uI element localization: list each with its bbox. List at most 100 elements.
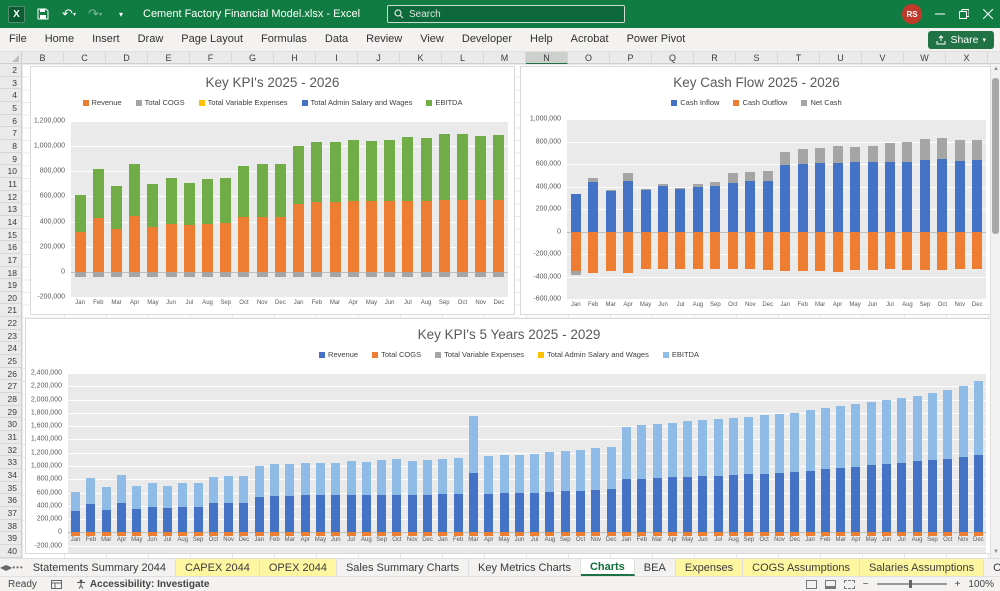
row-header-15[interactable]: 15 [0, 229, 21, 242]
column-header-B[interactable]: B [22, 52, 64, 64]
ribbon-tab-insert[interactable]: Insert [83, 28, 129, 51]
column-header-D[interactable]: D [106, 52, 148, 64]
column-header-E[interactable]: E [148, 52, 190, 64]
zoom-slider-thumb[interactable] [908, 580, 912, 588]
row-header-31[interactable]: 31 [0, 431, 21, 444]
sheet-tab-statements-summary-2044[interactable]: Statements Summary 2044 [24, 559, 177, 576]
column-header-P[interactable]: P [610, 52, 652, 64]
row-header-34[interactable]: 34 [0, 469, 21, 482]
vertical-scrollbar-thumb[interactable] [992, 78, 999, 234]
scroll-up-icon[interactable]: ▲ [991, 64, 1000, 75]
ribbon-tab-data[interactable]: Data [316, 28, 357, 51]
column-header-V[interactable]: V [862, 52, 904, 64]
row-header-19[interactable]: 19 [0, 279, 21, 292]
row-header-11[interactable]: 11 [0, 178, 21, 191]
account-avatar[interactable]: RS [902, 4, 922, 24]
row-header-4[interactable]: 4 [0, 89, 21, 102]
search-box[interactable] [387, 5, 625, 23]
column-header-O[interactable]: O [568, 52, 610, 64]
ribbon-tab-file[interactable]: File [0, 28, 36, 51]
row-header-26[interactable]: 26 [0, 368, 21, 381]
row-header-6[interactable]: 6 [0, 115, 21, 128]
page-break-view-icon[interactable] [843, 579, 855, 589]
row-header-2[interactable]: 2 [0, 64, 21, 77]
row-header-18[interactable]: 18 [0, 267, 21, 280]
ribbon-tab-formulas[interactable]: Formulas [252, 28, 316, 51]
row-header-22[interactable]: 22 [0, 317, 21, 330]
ribbon-tab-help[interactable]: Help [521, 28, 562, 51]
row-header-8[interactable]: 8 [0, 140, 21, 153]
ribbon-tab-power-pivot[interactable]: Power Pivot [618, 28, 695, 51]
row-header-38[interactable]: 38 [0, 520, 21, 533]
close-button[interactable] [976, 0, 1000, 28]
row-header-39[interactable]: 39 [0, 532, 21, 545]
column-header-I[interactable]: I [316, 52, 358, 64]
row-header-40[interactable]: 40 [0, 545, 21, 558]
row-header-21[interactable]: 21 [0, 304, 21, 318]
row-header-9[interactable]: 9 [0, 153, 21, 166]
chart-key-kpis-5-years-2025-2029[interactable]: Key KPI's 5 Years 2025 - 2029 Revenue Tot… [25, 318, 993, 554]
column-header-C[interactable]: C [64, 52, 106, 64]
column-header-K[interactable]: K [400, 52, 442, 64]
excel-app-icon[interactable]: X [8, 5, 25, 23]
row-header-35[interactable]: 35 [0, 482, 21, 495]
row-header-10[interactable]: 10 [0, 165, 21, 178]
ribbon-tab-acrobat[interactable]: Acrobat [562, 28, 618, 51]
undo-icon[interactable]: ↶ ▾ [61, 6, 77, 22]
ribbon-tab-draw[interactable]: Draw [129, 28, 173, 51]
row-header-16[interactable]: 16 [0, 241, 21, 254]
column-header-L[interactable]: L [442, 52, 484, 64]
sheet-tab-cha[interactable]: Cha [984, 559, 1000, 576]
column-header-H[interactable]: H [274, 52, 316, 64]
restore-button[interactable] [952, 0, 976, 28]
column-header-Q[interactable]: Q [652, 52, 694, 64]
zoom-level[interactable]: 100% [968, 579, 994, 590]
row-header-17[interactable]: 17 [0, 254, 21, 267]
row-header-3[interactable]: 3 [0, 77, 21, 90]
row-header-27[interactable]: 27 [0, 380, 21, 394]
ribbon-tab-developer[interactable]: Developer [453, 28, 521, 51]
minimize-button[interactable] [928, 0, 952, 28]
zoom-in-icon[interactable]: + [955, 579, 961, 590]
save-icon[interactable] [35, 6, 51, 22]
sheet-tab-charts[interactable]: Charts [580, 559, 635, 576]
row-header-20[interactable]: 20 [0, 292, 21, 305]
macro-record-icon[interactable] [50, 579, 62, 589]
row-header-13[interactable]: 13 [0, 203, 21, 216]
zoom-slider[interactable] [876, 580, 947, 588]
sheet-tab-salaries-assumptions[interactable]: Salaries Assumptions [859, 559, 985, 576]
sheet-tab-key-metrics-charts[interactable]: Key Metrics Charts [469, 559, 581, 576]
row-header-7[interactable]: 7 [0, 127, 21, 140]
ribbon-tab-view[interactable]: View [411, 28, 453, 51]
scroll-down-icon[interactable]: ▼ [991, 547, 1000, 558]
search-input[interactable] [409, 8, 589, 20]
row-header-14[interactable]: 14 [0, 216, 21, 229]
customize-quick-access-icon[interactable]: ▾ [113, 6, 129, 22]
vertical-scrollbar[interactable]: ▲ ▼ [990, 64, 1000, 558]
chart-key-kpis-2025-2026[interactable]: Key KPI's 2025 - 2026 Revenue Total COGS T… [30, 66, 515, 315]
row-header-37[interactable]: 37 [0, 507, 21, 520]
sheet-tab-capex-2044[interactable]: CAPEX 2044 [176, 559, 260, 576]
column-header-F[interactable]: F [190, 52, 232, 64]
column-header-W[interactable]: W [904, 52, 946, 64]
row-header-29[interactable]: 29 [0, 406, 21, 419]
row-header-12[interactable]: 12 [0, 191, 21, 204]
column-header-G[interactable]: G [232, 52, 274, 64]
sheet-tab-expenses[interactable]: Expenses [675, 559, 744, 576]
ribbon-tab-page-layout[interactable]: Page Layout [172, 28, 252, 51]
column-header-S[interactable]: S [736, 52, 778, 64]
column-header-J[interactable]: J [358, 52, 400, 64]
column-header-N[interactable]: N [526, 52, 568, 64]
sheet-tab-cogs-assumptions[interactable]: COGS Assumptions [743, 559, 860, 576]
row-header-23[interactable]: 23 [0, 330, 21, 343]
sheet-tab-sales-summary-charts[interactable]: Sales Summary Charts [337, 559, 470, 576]
page-layout-view-icon[interactable] [824, 579, 836, 589]
sheet-tab-opex-2044[interactable]: OPEX 2044 [259, 559, 337, 576]
column-header-U[interactable]: U [820, 52, 862, 64]
normal-view-icon[interactable] [805, 579, 817, 589]
row-header-30[interactable]: 30 [0, 418, 21, 432]
row-header-33[interactable]: 33 [0, 456, 21, 469]
chart-key-cash-flow-2025-2026[interactable]: Key Cash Flow 2025 - 2026 Cash Inflow Cas… [520, 66, 993, 315]
column-header-R[interactable]: R [694, 52, 736, 64]
row-header-28[interactable]: 28 [0, 393, 21, 406]
